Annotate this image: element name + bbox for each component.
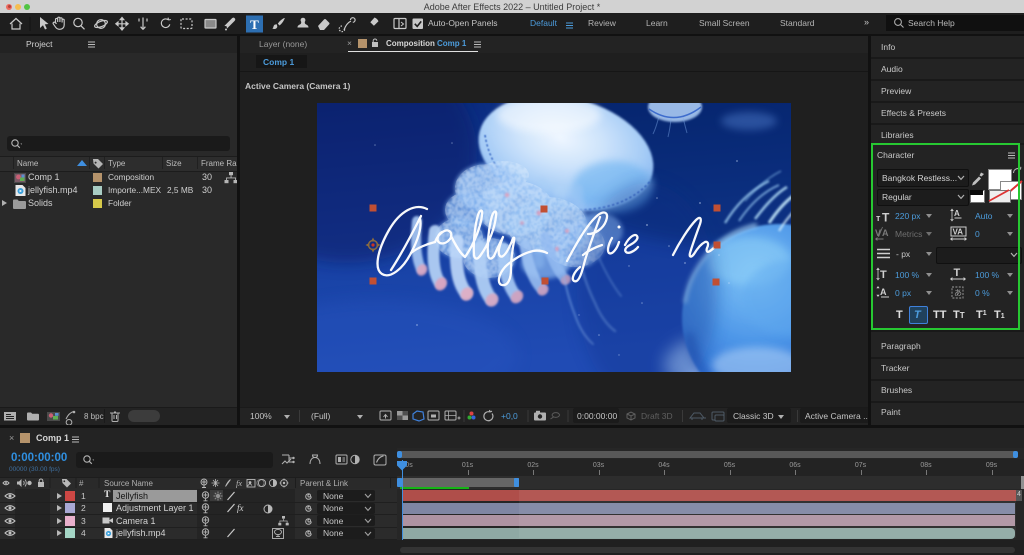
svg-text:fx: fx: [236, 478, 242, 488]
svg-text:T: T: [250, 17, 259, 32]
